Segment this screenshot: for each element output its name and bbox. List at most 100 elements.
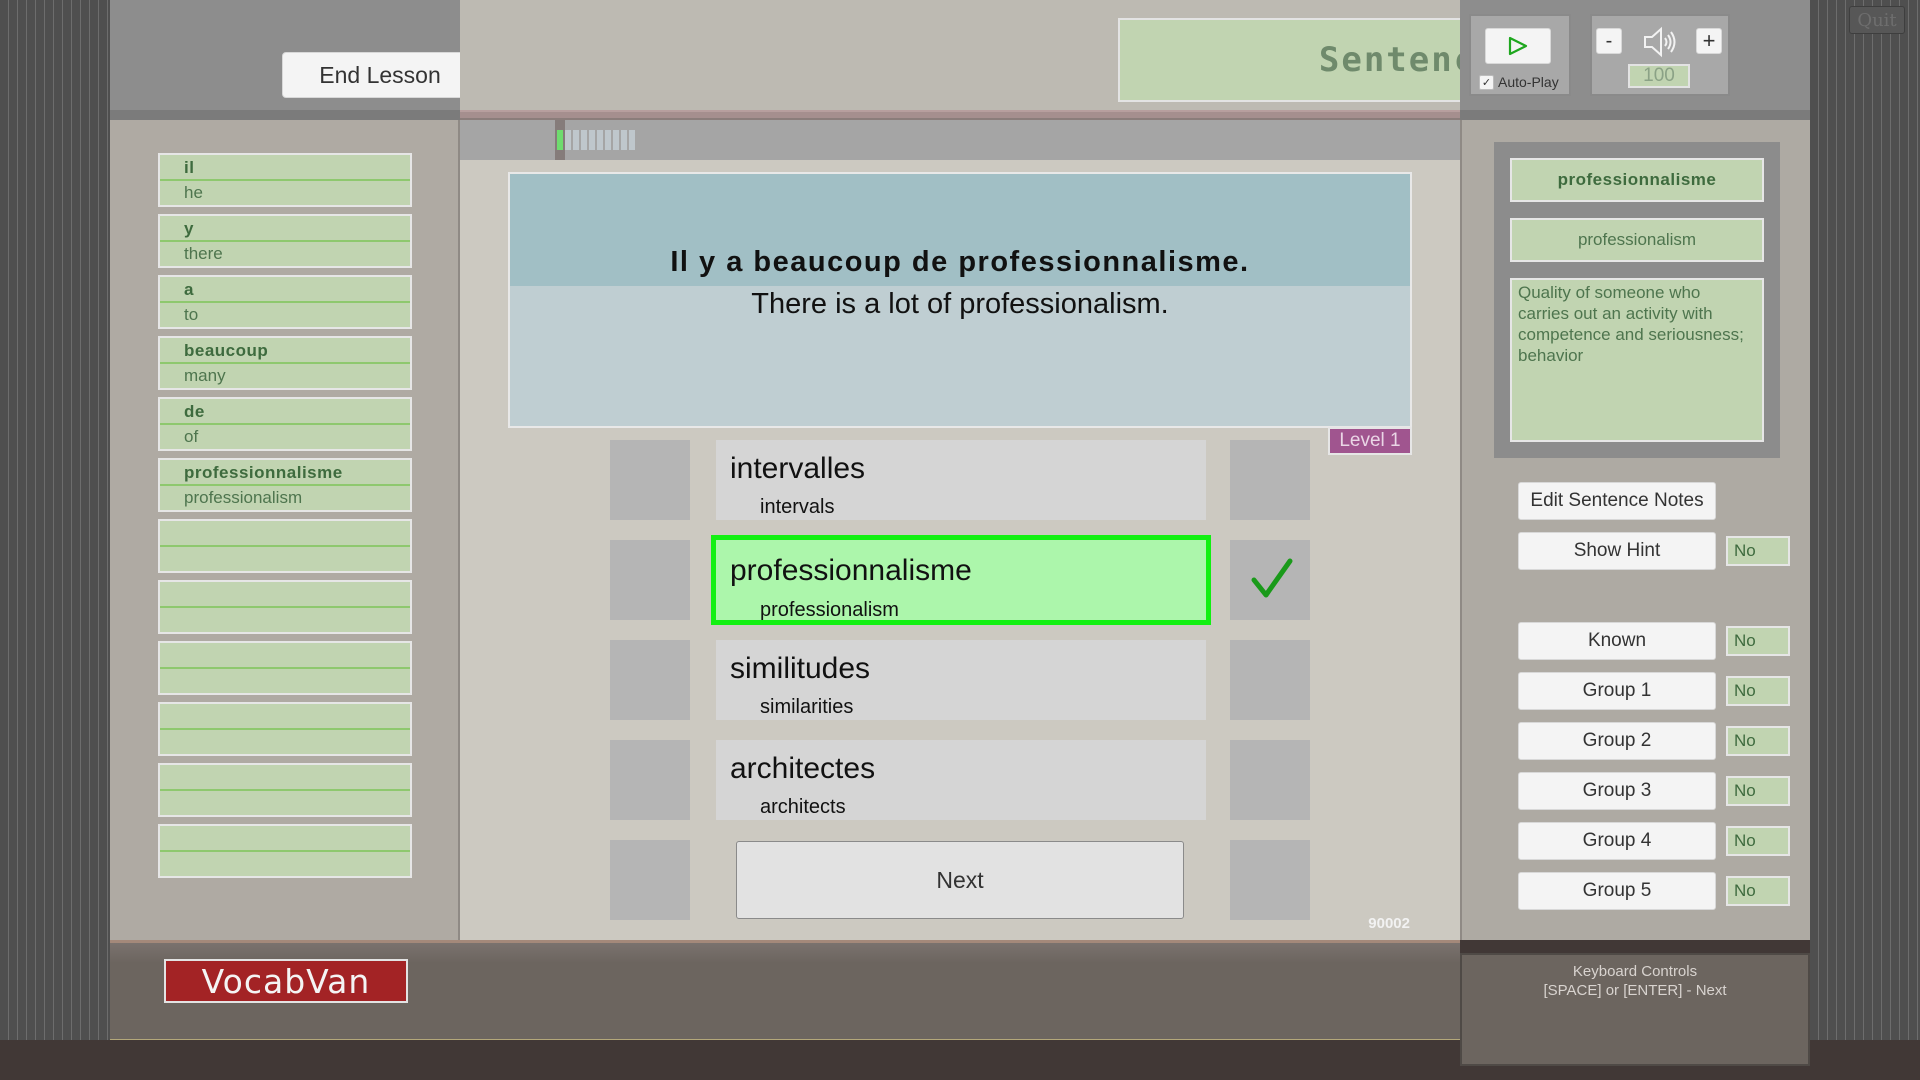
option-english: professionalism <box>760 599 899 621</box>
word-english: he <box>184 183 203 202</box>
group-3-button[interactable]: Group 3 <box>1518 772 1716 810</box>
left-border-decoration <box>0 0 110 1040</box>
top-divider <box>460 110 1460 120</box>
word-french: de <box>184 402 205 421</box>
group-1-button[interactable]: Group 1 <box>1518 672 1716 710</box>
word-card[interactable]: il he <box>158 153 412 207</box>
word-divider <box>160 545 410 547</box>
keyboard-controls-title: Keyboard Controls <box>1572 963 1698 980</box>
volume-down-button[interactable]: - <box>1596 28 1622 54</box>
option-result-slot <box>1230 840 1310 920</box>
word-list-sidebar: il he y there a to beaucoup many de of profes… <box>110 120 460 940</box>
option-french: architectes <box>730 752 876 785</box>
group-2-button[interactable]: Group 2 <box>1518 722 1716 760</box>
word-card-empty <box>158 702 412 756</box>
play-triangle-icon <box>1508 36 1528 56</box>
option-left-slot <box>610 840 690 920</box>
volume-up-button[interactable]: + <box>1696 28 1722 54</box>
sentence-french: Il y a beaucoup de professionnalisme. <box>670 246 1250 278</box>
option-english: intervals <box>760 496 835 518</box>
word-divider <box>160 301 410 303</box>
keyboard-controls-panel: Keyboard Controls [SPACE] or [ENTER] - N… <box>1460 953 1810 1066</box>
option-french: professionnalisme <box>730 554 972 587</box>
option-left-slot <box>610 440 690 520</box>
group-4-button[interactable]: Group 4 <box>1518 822 1716 860</box>
word-french: professionnalisme <box>184 463 343 482</box>
word-divider <box>160 362 410 364</box>
answer-option[interactable]: intervalles intervals <box>716 440 1206 520</box>
word-card[interactable]: beaucoup many <box>158 336 412 390</box>
word-card[interactable]: de of <box>158 397 412 451</box>
word-card-empty <box>158 580 412 634</box>
show-hint-button[interactable]: Show Hint <box>1518 532 1716 570</box>
word-divider <box>160 179 410 181</box>
word-card[interactable]: a to <box>158 275 412 329</box>
sentence-box: Il y a beaucoup de professionnalisme. Th… <box>508 172 1412 428</box>
progress-cell <box>629 130 635 150</box>
progress-cell <box>621 130 627 150</box>
bottom-bar: VocabVan <box>110 940 1460 1040</box>
progress-cells <box>557 130 635 150</box>
option-result-slot <box>1230 440 1310 520</box>
word-english: of <box>184 427 199 446</box>
group-3-value: No <box>1726 776 1790 806</box>
progress-cell-complete <box>557 130 563 150</box>
answer-option[interactable]: similitudes similarities <box>716 640 1206 720</box>
speaker-icon <box>1644 26 1676 58</box>
level-badge: Level 1 <box>1328 427 1412 455</box>
word-card-empty <box>158 824 412 878</box>
autoplay-label: Auto-Play <box>1498 74 1559 90</box>
progress-cell <box>613 130 619 150</box>
autoplay-toggle[interactable]: ✓ Auto-Play <box>1479 74 1559 90</box>
group-1-value: No <box>1726 676 1790 706</box>
end-lesson-button[interactable]: End Lesson <box>282 52 478 98</box>
autoplay-checkbox[interactable]: ✓ <box>1479 74 1494 90</box>
option-result-slot <box>1230 640 1310 720</box>
word-divider <box>160 789 410 791</box>
word-french: beaucoup <box>184 341 269 360</box>
progress-cell <box>565 130 571 150</box>
word-english: there <box>184 244 223 263</box>
word-english: professionalism <box>184 488 303 507</box>
word-english: many <box>184 366 226 385</box>
checkmark-icon <box>1251 558 1293 598</box>
group-2-value: No <box>1726 726 1790 756</box>
option-english: similarities <box>760 696 854 718</box>
answer-option-correct[interactable]: professionnalisme professionalism <box>711 535 1211 625</box>
playback-controls: ✓ Auto-Play <box>1469 14 1571 96</box>
play-audio-button[interactable] <box>1485 28 1551 64</box>
detail-english: professionalism <box>1510 218 1764 262</box>
word-card[interactable]: y there <box>158 214 412 268</box>
quit-button[interactable]: Quit <box>1849 6 1905 34</box>
volume-value: 100 <box>1628 64 1690 88</box>
details-sidebar: professionnalisme professionalism Qualit… <box>1460 120 1810 940</box>
group-5-button[interactable]: Group 5 <box>1518 872 1716 910</box>
top-left-panel: End Lesson <box>110 0 478 120</box>
word-divider <box>160 484 410 486</box>
word-divider <box>160 667 410 669</box>
word-detail-panel: professionnalisme professionalism Qualit… <box>1494 142 1780 458</box>
word-card-empty <box>158 641 412 695</box>
option-left-slot <box>610 640 690 720</box>
word-card-empty <box>158 763 412 817</box>
option-left-slot <box>610 740 690 820</box>
top-center-panel: Sentences <box>460 0 1722 110</box>
progress-cell <box>597 130 603 150</box>
word-divider <box>160 850 410 852</box>
next-button[interactable]: Next <box>736 841 1184 919</box>
progress-cell <box>605 130 611 150</box>
sentence-id: 90002 <box>1368 915 1410 932</box>
sentence-english: There is a lot of professionalism. <box>751 288 1169 320</box>
group-4-value: No <box>1726 826 1790 856</box>
word-divider <box>160 606 410 608</box>
word-list: il he y there a to beaucoup many de of profes… <box>158 153 412 878</box>
word-card[interactable]: professionnalisme professionalism <box>158 458 412 512</box>
volume-controls: - + 100 <box>1590 14 1730 96</box>
edit-sentence-notes-button[interactable]: Edit Sentence Notes <box>1518 482 1716 520</box>
word-french: y <box>184 219 194 238</box>
word-divider <box>160 728 410 730</box>
group-5-value: No <box>1726 876 1790 906</box>
word-french: il <box>184 158 195 177</box>
known-button[interactable]: Known <box>1518 622 1716 660</box>
answer-option[interactable]: architectes architects <box>716 740 1206 820</box>
